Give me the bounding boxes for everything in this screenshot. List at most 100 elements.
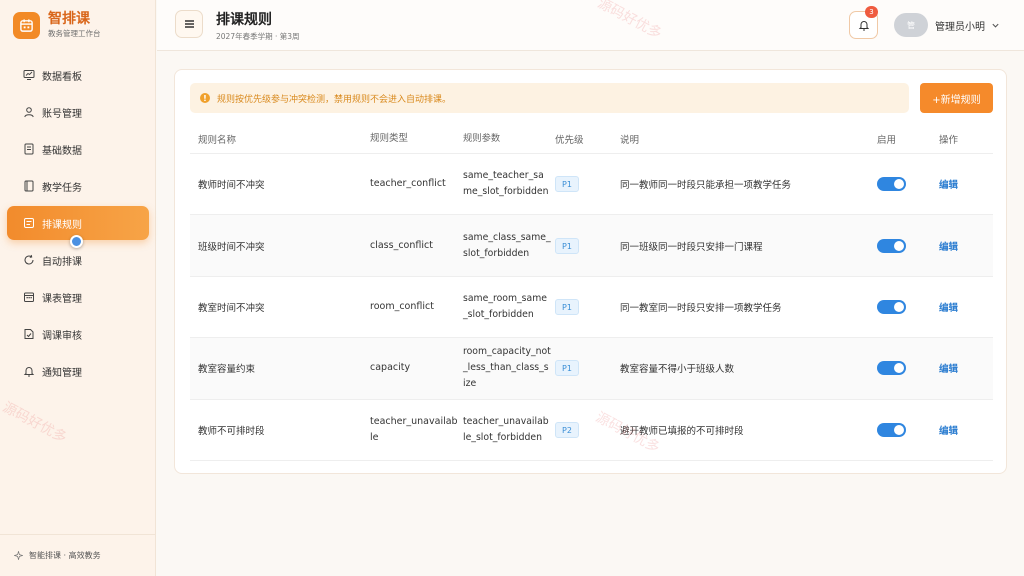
header-enabled: 启用	[877, 135, 897, 146]
brand-title: 智排课	[48, 11, 90, 27]
rule-name: 班级时间不冲突	[198, 241, 265, 253]
bell-icon	[23, 367, 35, 377]
notice-text: 规则按优先级参与冲突检测，禁用规则不会进入自动排课。	[217, 94, 452, 105]
user-name: 管理员小明	[935, 21, 985, 33]
table-row: 教师时间不冲突 teacher_conflict same_teacher_sa…	[190, 154, 993, 216]
monitor-icon	[23, 70, 35, 80]
top-header: 排课规则 2027年春季学期 · 第3周 源码好优多 3 管 管理员小明	[157, 0, 1024, 51]
info-icon: !	[200, 93, 210, 103]
enable-toggle[interactable]	[877, 238, 906, 253]
sidebar-item-label: 账号管理	[42, 108, 82, 120]
enable-toggle[interactable]	[877, 299, 906, 314]
sidebar-item-auto-scheduling[interactable]: 自动排课	[7, 243, 149, 277]
chevron-down-icon	[992, 23, 999, 28]
menu-icon	[184, 20, 194, 28]
rule-param: room_capacity_not_less_than_class_size	[463, 346, 551, 390]
notification-button[interactable]: 3	[849, 6, 878, 39]
edit-link[interactable]: 编辑	[939, 300, 979, 314]
priority-badge: P2	[555, 421, 579, 438]
calendar-icon	[24, 292, 34, 302]
avatar: 管	[894, 13, 928, 37]
header-type: 规则类型	[370, 133, 409, 144]
rules-icon	[24, 218, 34, 228]
table-header: 规则名称 规则类型 规则参数 优先级 说明 启用 操作	[190, 125, 993, 154]
user-menu[interactable]: 管 管理员小明	[894, 13, 1000, 37]
rule-type: room_conflict	[370, 300, 434, 312]
rule-description: 同一教室同一时段只安排一项教学任务	[620, 302, 782, 314]
rule-type: teacher_conflict	[370, 178, 446, 190]
notification-badge: 3	[865, 6, 878, 18]
info-notice: ! 规则按优先级参与冲突检测，禁用规则不会进入自动排课。	[190, 83, 909, 113]
sidebar-item-basic-data[interactable]: 基础数据	[7, 132, 149, 166]
brand-subtitle: 教务管理工作台	[48, 29, 101, 38]
priority-badge: P1	[555, 360, 579, 377]
add-rule-button[interactable]: +新增规则	[920, 83, 993, 113]
watermark: 源码好优多	[0, 399, 70, 447]
sidebar-item-teaching-tasks[interactable]: 教学任务	[7, 169, 149, 203]
sidebar-item-label: 排课规则	[42, 219, 82, 231]
rule-param: same_teacher_same_slot_forbidden	[463, 170, 549, 198]
priority-badge: P1	[555, 176, 579, 193]
menu-toggle-button[interactable]	[175, 10, 203, 38]
book-icon	[24, 180, 34, 192]
sidebar: 智排课 教务管理工作台 数据看板 账号管理 基础数据 教学任务 排课规则 自动排…	[0, 0, 156, 576]
header-priority: 优先级	[555, 135, 584, 146]
rule-description: 教室容量不得小于班级人数	[620, 364, 735, 376]
rule-name: 教室时间不冲突	[198, 302, 265, 314]
rules-table: 规则名称 规则类型 规则参数 优先级 说明 启用 操作 教师时间不冲突 teac…	[190, 125, 993, 461]
edit-link[interactable]: 编辑	[939, 423, 979, 437]
rule-name: 教室容量约束	[198, 364, 256, 376]
bell-icon	[858, 21, 869, 31]
enable-toggle[interactable]	[877, 177, 906, 192]
sidebar-item-label: 基础数据	[42, 145, 82, 157]
sidebar-footer-text: 智能排课 · 高效教务	[29, 551, 101, 560]
calendar-logo-icon	[13, 11, 40, 39]
sidebar-item-label: 自动排课	[42, 256, 82, 268]
sidebar-item-adjustment-review[interactable]: 调课审核	[7, 317, 149, 351]
rule-type: class_conflict	[370, 239, 433, 251]
database-icon	[24, 143, 34, 155]
rule-param: same_room_same_slot_forbidden	[463, 292, 547, 320]
edit-link[interactable]: 编辑	[939, 239, 979, 253]
header-param: 规则参数	[463, 133, 501, 144]
user-icon	[24, 107, 34, 118]
table-row: 教室容量约束 capacity room_capacity_not_less_t…	[190, 338, 993, 400]
rules-card: ! 规则按优先级参与冲突检测，禁用规则不会进入自动排课。 +新增规则 规则名称 …	[174, 69, 1007, 474]
edit-link[interactable]: 编辑	[939, 177, 979, 191]
sidebar-item-label: 数据看板	[42, 71, 82, 83]
sidebar-item-label: 教学任务	[42, 182, 82, 194]
sidebar-item-dashboard[interactable]: 数据看板	[7, 58, 149, 92]
sidebar-item-label: 通知管理	[42, 367, 82, 379]
page-subtitle: 2027年春季学期 · 第3周	[216, 32, 300, 41]
sidebar-item-label: 调课审核	[42, 330, 82, 342]
sidebar-footer: 智能排课 · 高效教务	[0, 534, 155, 576]
sidebar-item-timetable[interactable]: 课表管理	[7, 280, 149, 314]
table-row: 班级时间不冲突 class_conflict same_class_same_s…	[190, 215, 993, 277]
rule-name: 教师时间不冲突	[198, 180, 265, 192]
rule-param: teacher_unavailable_slot_forbidden	[463, 415, 549, 443]
rule-name: 教师不可排时段	[198, 425, 265, 437]
priority-badge: P1	[555, 298, 579, 315]
page-title: 排课规则	[216, 12, 272, 28]
sidebar-item-notifications[interactable]: 通知管理	[7, 354, 149, 388]
header-actions: 操作	[939, 135, 959, 146]
enable-toggle[interactable]	[877, 422, 906, 437]
review-icon	[24, 329, 34, 339]
sidebar-item-scheduling-rules[interactable]: 排课规则	[7, 206, 149, 248]
table-row: 教师不可排时段 teacher_unavailable teacher_unav…	[190, 400, 993, 461]
table-row: 教室时间不冲突 room_conflict same_room_same_slo…	[190, 277, 993, 339]
sidebar-item-accounts[interactable]: 账号管理	[7, 95, 149, 129]
edit-link[interactable]: 编辑	[939, 361, 979, 375]
header-name: 规则名称	[198, 135, 237, 146]
sidebar-item-label: 课表管理	[42, 293, 82, 305]
watermark: 源码好优多	[594, 0, 665, 43]
sidebar-nav: 数据看板 账号管理 基础数据 教学任务 排课规则 自动排课 课表管理 调课审核 …	[7, 58, 149, 391]
rule-description: 同一班级同一时段只安排一门课程	[620, 241, 763, 253]
enable-toggle[interactable]	[877, 361, 906, 376]
rule-type: teacher_unavailable	[370, 415, 458, 443]
refresh-icon	[24, 254, 34, 265]
sparkle-icon	[14, 551, 23, 560]
brand: 智排课 教务管理工作台	[13, 11, 101, 39]
rule-type: capacity	[370, 362, 411, 374]
rule-param: same_class_same_slot_forbidden	[463, 231, 551, 259]
